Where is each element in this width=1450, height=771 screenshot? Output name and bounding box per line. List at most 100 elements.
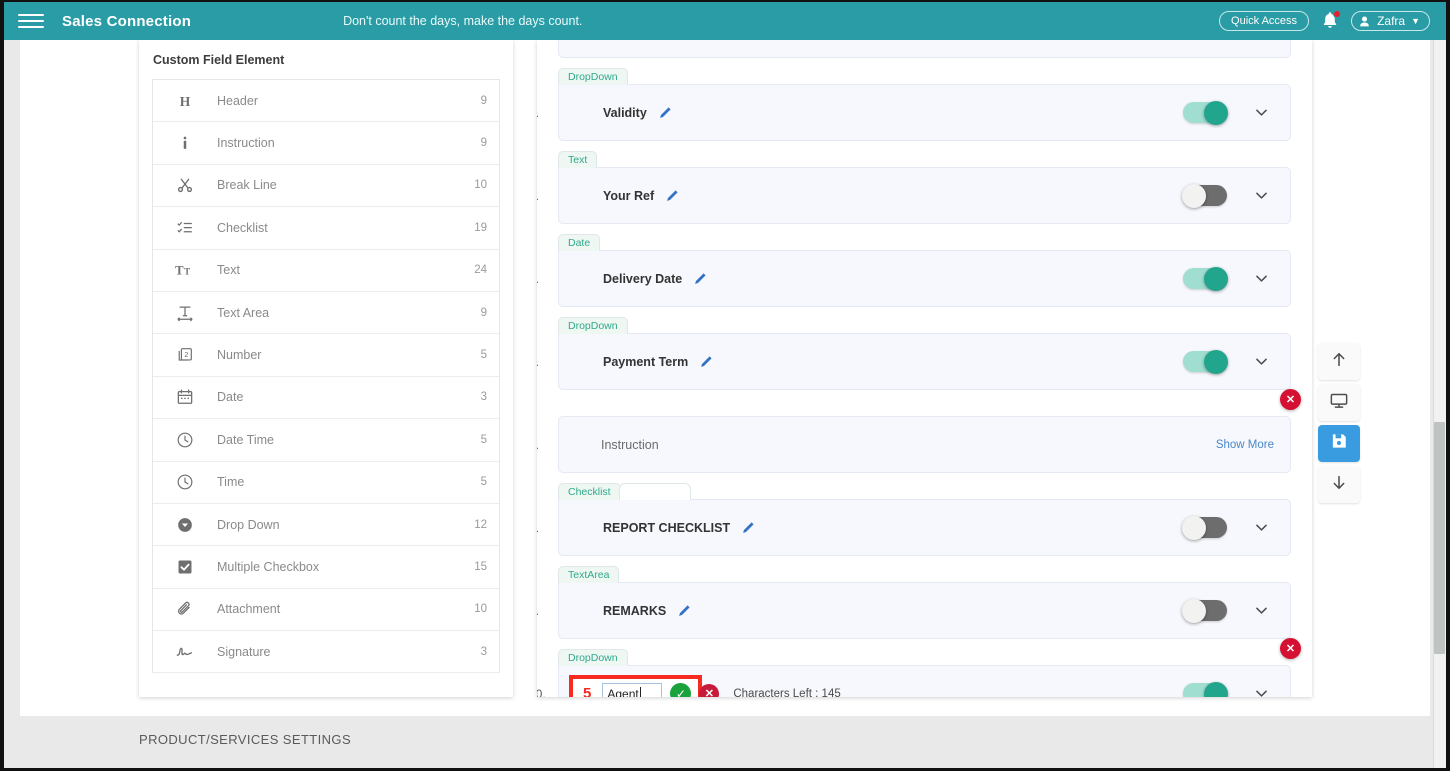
pencil-icon[interactable] [677, 604, 691, 618]
field-row-box[interactable]: 9. REMARKS [537, 582, 1291, 639]
element-list-item-label: Multiple Checkbox [217, 559, 320, 574]
element-list-item-label: Attachment [217, 602, 281, 617]
monitor-button[interactable] [1318, 384, 1360, 421]
save-disk-icon [1330, 432, 1348, 455]
field-type-tag: TextArea [558, 566, 620, 583]
field-row-box[interactable]: 8. REPORT CHECKLIST [537, 499, 1291, 556]
element-list-item-count: 9 [480, 94, 487, 107]
field-row-box[interactable]: 10. 5 Agent ✓ ✕ Characters Left : 145 [537, 665, 1291, 697]
chevron-down-icon[interactable] [1253, 685, 1270, 697]
chevron-down-icon[interactable] [1253, 519, 1270, 536]
field-type-tag: Checklist [558, 483, 621, 500]
pencil-icon[interactable] [699, 355, 713, 369]
element-list-item[interactable]: Checklist 19 [153, 207, 499, 250]
element-list-item[interactable]: Date 3 [153, 377, 499, 420]
date-time-clock-icon [153, 431, 217, 449]
hamburger-icon[interactable] [18, 14, 44, 28]
field-type-tag: Text [558, 151, 598, 168]
element-list-item[interactable]: Drop Down 12 [153, 504, 499, 547]
element-list-item[interactable]: Instruction 9 [153, 122, 499, 165]
chevron-down-icon[interactable] [1253, 104, 1270, 121]
element-list-item[interactable]: Attachment 10 [153, 589, 499, 632]
header-right-cluster: Quick Access Zafra ▼ [1219, 10, 1446, 31]
element-list-item-label: Checklist [217, 220, 268, 235]
arrow-up-button[interactable] [1318, 343, 1360, 380]
check-circle-icon[interactable]: ✓ [670, 683, 692, 697]
page-scrollbar-thumb[interactable] [1434, 422, 1445, 654]
x-circle-icon[interactable]: ✕ [699, 683, 720, 697]
element-list-item[interactable]: H Header 9 [153, 80, 499, 123]
element-list-item-label: Instruction [217, 136, 275, 151]
field-type-tag-row: Date [558, 233, 1291, 251]
avatar-person-icon [1360, 16, 1369, 26]
svg-text:2: 2 [184, 350, 188, 359]
app-brand-title: Sales Connection [62, 12, 192, 30]
field-enable-toggle[interactable] [1182, 183, 1227, 208]
quick-access-button[interactable]: Quick Access [1219, 11, 1310, 31]
element-list-item[interactable]: Date Time 5 [153, 419, 499, 462]
field-enable-toggle[interactable] [1183, 266, 1228, 291]
svg-text:H: H [180, 94, 191, 109]
page-scrollbar[interactable] [1433, 40, 1446, 768]
chevron-down-icon[interactable] [1253, 187, 1270, 204]
element-list-item-label: Date Time [217, 432, 274, 447]
save-disk-button[interactable] [1318, 425, 1360, 462]
element-list-item[interactable]: Break Line 10 [153, 165, 499, 208]
show-more-link[interactable]: Show More [1216, 439, 1274, 451]
toggle-knob [1182, 598, 1206, 623]
element-list-item-label: Drop Down [217, 517, 280, 532]
field-type-tag: DropDown [558, 317, 628, 334]
element-list-item[interactable]: T T Text 24 [153, 250, 499, 292]
field-enable-toggle[interactable] [1183, 349, 1228, 374]
toggle-knob [1204, 349, 1228, 374]
field-row-box[interactable]: 5. Delivery Date [537, 250, 1291, 307]
chevron-down-icon[interactable] [1253, 602, 1270, 619]
text-caret [639, 687, 641, 697]
field-enable-toggle[interactable] [1183, 100, 1228, 125]
field-row-label: REPORT CHECKLIST [603, 520, 731, 535]
element-list-item-count: 19 [474, 221, 487, 234]
element-list-item-label: Text [217, 263, 240, 278]
field-type-tag-row: DropDown [558, 648, 1291, 666]
element-list-item[interactable]: Signature 3 [153, 631, 499, 674]
element-list-item-label: Number [217, 348, 262, 363]
pencil-icon[interactable] [658, 106, 672, 120]
pencil-icon[interactable] [665, 189, 679, 203]
delete-row-button[interactable]: ✕ [1280, 638, 1301, 659]
user-menu[interactable]: Zafra ▼ [1351, 11, 1430, 31]
element-list-item[interactable]: 2 Number 5 [153, 334, 499, 377]
bell-icon[interactable] [1321, 10, 1342, 31]
pencil-icon[interactable] [741, 521, 755, 535]
field-rows-scroll[interactable]: DropDown 3. Validity Text 4. Your Ref Date 5. De… [537, 40, 1312, 697]
field-row-box[interactable]: 6. Payment Term [537, 333, 1291, 390]
chevron-down-icon[interactable] [1253, 270, 1270, 287]
field-enable-toggle[interactable] [1182, 515, 1227, 540]
floating-action-toolbar [1318, 343, 1360, 503]
field-type-tag: DropDown [558, 68, 628, 85]
pencil-icon[interactable] [693, 272, 707, 286]
attachment-clip-icon [153, 600, 217, 618]
field-row-controls [1182, 515, 1290, 540]
element-list-item-count: 12 [474, 518, 487, 531]
svg-text:T: T [184, 267, 190, 277]
element-list-item[interactable]: Text Area 9 [153, 292, 499, 335]
field-row-box[interactable]: 7. Instruction Show More [537, 416, 1291, 473]
field-row-box[interactable]: 3. Validity [537, 84, 1291, 141]
field-row-box[interactable]: 4. Your Ref [537, 167, 1291, 224]
toggle-knob [1182, 183, 1206, 208]
element-list-item[interactable]: Time 5 [153, 462, 499, 504]
field-type-tag-row: Checklist [558, 482, 1291, 500]
delete-row-button[interactable]: ✕ [1280, 389, 1301, 410]
field-enable-toggle[interactable] [1182, 598, 1227, 623]
field-row: Text 4. Your Ref [537, 150, 1291, 224]
field-type-tag: Date [558, 234, 601, 251]
field-row-number: 6. [537, 355, 539, 369]
field-enable-toggle[interactable] [1183, 681, 1228, 697]
user-name-label: Zafra [1377, 14, 1406, 28]
field-name-input[interactable]: Agent [602, 682, 663, 697]
chevron-down-icon[interactable] [1253, 353, 1270, 370]
field-row: DropDown 6. Payment Term [537, 316, 1291, 390]
arrow-down-button[interactable] [1318, 466, 1360, 503]
element-list-item[interactable]: Multiple Checkbox 15 [153, 546, 499, 589]
field-row-number: 9. [537, 604, 539, 618]
